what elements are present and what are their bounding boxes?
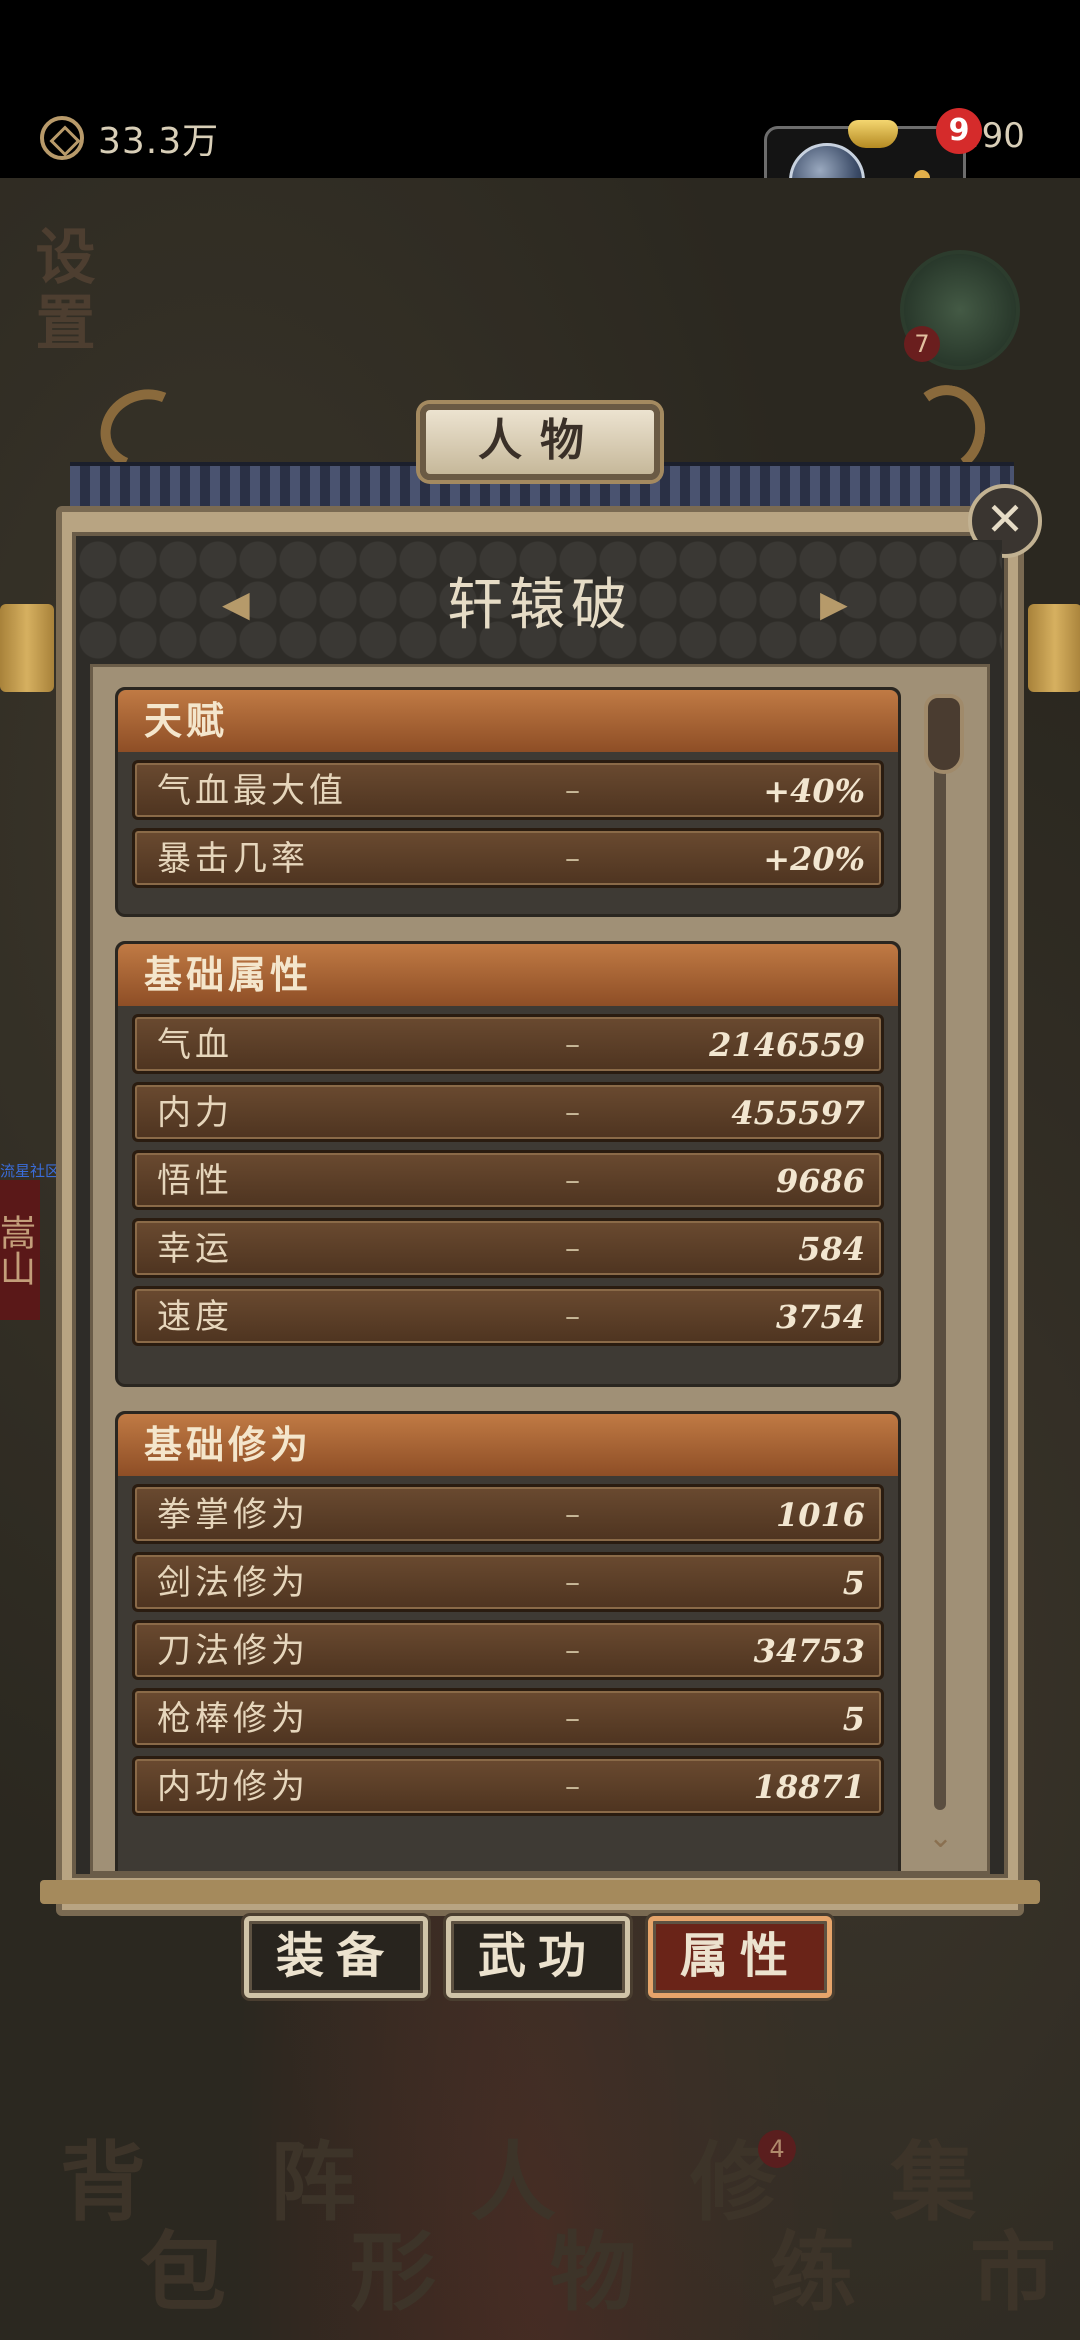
attributes-list[interactable]: 天赋 气血最大值 – +40% 暴击几率 – +20% 基础属性 气血 – 21… [90, 664, 990, 1874]
currency-display: 33.3万 [40, 112, 219, 164]
separator: – [565, 1163, 580, 1198]
attribute-value: 455597 [731, 1094, 865, 1132]
character-name: 轩辕破 [447, 573, 633, 638]
separator: – [565, 1027, 580, 1062]
settings-button[interactable]: 设置 [25, 225, 95, 357]
separator: – [565, 1095, 580, 1130]
attribute-value: +20% [763, 840, 865, 878]
attribute-label: 悟性 [157, 1161, 233, 1201]
separator: – [565, 1633, 580, 1668]
status-bar: 33.3万 490 9 [0, 0, 1080, 232]
section-base-cultivation: 基础修为 拳掌修为 – 1016 剑法修为 – 5 刀法修为 – 34753 枪… [115, 1411, 901, 1871]
attribute-value: 18871 [753, 1768, 865, 1806]
prev-character-button[interactable]: ◀ [222, 584, 250, 625]
attribute-row: 枪棒修为 – 5 [132, 1688, 884, 1748]
separator: – [565, 773, 580, 808]
attribute-value: 3754 [775, 1298, 865, 1336]
next-character-button[interactable]: ▶ [820, 584, 848, 625]
attribute-label: 气血最大值 [157, 771, 347, 811]
scroll-ornament-left [0, 604, 54, 692]
attribute-label: 气血 [157, 1025, 233, 1065]
attribute-value: 5 [842, 1564, 865, 1602]
separator: – [565, 1231, 580, 1266]
scroll-ornament-right [1028, 604, 1080, 692]
attribute-row: 速度 – 3754 [132, 1286, 884, 1346]
tab-attributes[interactable]: 属性 [648, 1916, 832, 1998]
attribute-label: 内功修为 [157, 1767, 309, 1807]
attribute-row: 内力 – 455597 [132, 1082, 884, 1142]
attribute-label: 枪棒修为 [157, 1699, 309, 1739]
attribute-value: 34753 [753, 1632, 865, 1670]
section-base-attributes: 基础属性 气血 – 2146559 内力 – 455597 悟性 – 9686 … [115, 941, 901, 1387]
scroll-down-icon[interactable]: ⌄ [928, 1820, 953, 1855]
separator: – [565, 1299, 580, 1334]
separator: – [565, 1701, 580, 1736]
attribute-row: 气血 – 2146559 [132, 1014, 884, 1074]
attribute-value: 584 [798, 1230, 865, 1268]
attribute-value: 2146559 [709, 1026, 865, 1064]
gold-ingot-icon [848, 120, 898, 148]
scrollbar-thumb[interactable] [924, 694, 964, 774]
attribute-label: 暴击几率 [157, 839, 309, 879]
nav-bag[interactable]: 背包 [40, 2140, 240, 2330]
community-link[interactable]: 流星社区 [0, 1160, 60, 1181]
nav-character[interactable]: 人物 [450, 2140, 650, 2330]
coin-icon [40, 116, 84, 160]
separator: – [565, 841, 580, 876]
nav-training[interactable]: 修练 [670, 2140, 870, 2330]
section-title: 基础修为 [118, 1414, 898, 1476]
attribute-label: 速度 [157, 1297, 233, 1337]
attribute-value: 5 [842, 1700, 865, 1738]
section-title: 天赋 [118, 690, 898, 752]
attribute-label: 刀法修为 [157, 1631, 309, 1671]
training-badge: 4 [758, 2130, 796, 2168]
panel-title: 人物 [420, 404, 660, 480]
attribute-row: 暴击几率 – +20% [132, 828, 884, 888]
attribute-row: 幸运 – 584 [132, 1218, 884, 1278]
bottom-nav: 背包 阵形 人物 修练 集市 [0, 2110, 1080, 2340]
section-talent: 天赋 气血最大值 – +40% 暴击几率 – +20% [115, 687, 901, 917]
nav-formation[interactable]: 阵形 [250, 2140, 450, 2330]
companion-badge: 7 [904, 326, 940, 362]
attribute-label: 幸运 [157, 1229, 233, 1269]
scrollbar[interactable] [934, 700, 946, 1810]
attribute-label: 拳掌修为 [157, 1495, 309, 1535]
attribute-row: 内功修为 – 18871 [132, 1756, 884, 1816]
nav-market[interactable]: 集市 [870, 2140, 1070, 2330]
separator: – [565, 1497, 580, 1532]
attribute-row: 悟性 – 9686 [132, 1150, 884, 1210]
attribute-row: 拳掌修为 – 1016 [132, 1484, 884, 1544]
notification-badge[interactable]: 9 [936, 108, 982, 154]
attribute-row: 刀法修为 – 34753 [132, 1620, 884, 1680]
attribute-row: 气血最大值 – +40% [132, 760, 884, 820]
location-tag[interactable]: 嵩山 [0, 1180, 40, 1320]
panel-base [40, 1880, 1040, 1904]
tab-equipment[interactable]: 装备 [244, 1916, 428, 1998]
attribute-label: 剑法修为 [157, 1563, 309, 1603]
attribute-row: 剑法修为 – 5 [132, 1552, 884, 1612]
tab-martial-arts[interactable]: 武功 [446, 1916, 630, 1998]
separator: – [565, 1769, 580, 1804]
separator: – [565, 1565, 580, 1600]
currency-amount: 33.3万 [98, 121, 220, 162]
section-title: 基础属性 [118, 944, 898, 1006]
attribute-label: 内力 [157, 1093, 233, 1133]
attribute-value: +40% [763, 772, 865, 810]
attribute-value: 9686 [775, 1162, 865, 1200]
attribute-value: 1016 [775, 1496, 865, 1534]
